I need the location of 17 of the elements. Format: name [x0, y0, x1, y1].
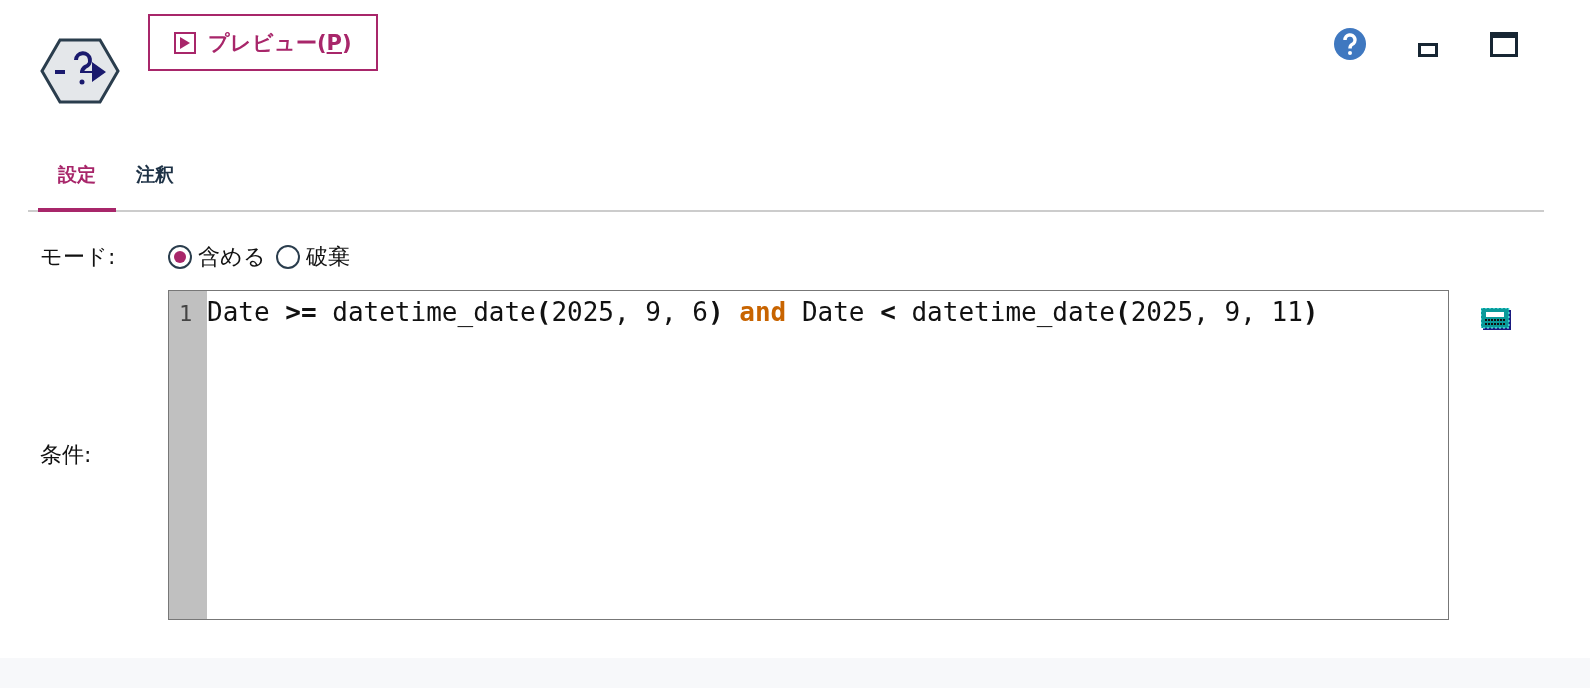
tab[interactable]: 注釈 — [116, 140, 194, 212]
line-number: 1 — [178, 300, 194, 326]
radio-button[interactable] — [276, 245, 300, 269]
code-editor[interactable]: 1 Date >= datetime_date(2025, 9, 6) and Date < datetime_date(2025, 9, 11) — [168, 290, 1449, 620]
radio-label[interactable]: 含める — [198, 242, 266, 272]
calculator-icon[interactable] — [1481, 308, 1511, 330]
help-icon[interactable] — [1334, 28, 1366, 60]
node-icon — [40, 38, 120, 104]
mode-label: モード: — [40, 243, 117, 271]
play-icon — [174, 31, 196, 54]
condition-label: 条件: — [40, 441, 93, 469]
code-line: Date >= datetime_date(2025, 9, 6) and Date < datetime_date(2025, 9, 11) — [207, 296, 1319, 329]
radio-label[interactable]: 破棄 — [306, 242, 350, 272]
radio-button[interactable] — [168, 245, 192, 269]
preview-button[interactable]: プレビュー(P) — [148, 14, 378, 71]
tab[interactable]: 設定 — [38, 140, 116, 212]
minimize-icon[interactable] — [1418, 43, 1438, 57]
